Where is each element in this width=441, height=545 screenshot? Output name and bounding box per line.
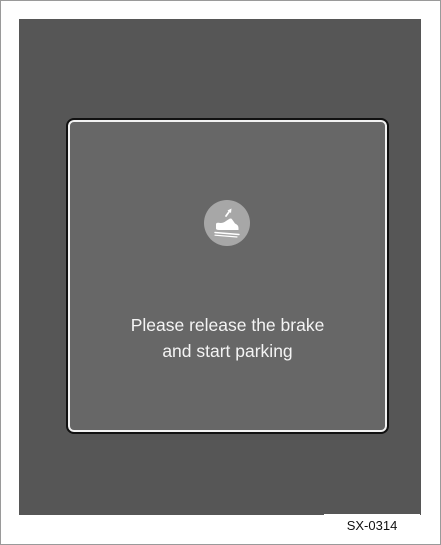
brake-release-foot-icon	[204, 200, 250, 246]
figure-code-label: SX-0314	[324, 514, 420, 537]
figure-frame: Please release the brake and start parki…	[0, 0, 441, 545]
dialog-message: Please release the brake and start parki…	[68, 312, 387, 364]
park-assist-dialog: Please release the brake and start parki…	[66, 118, 389, 434]
message-line-2: and start parking	[162, 341, 293, 361]
message-line-1: Please release the brake	[130, 315, 325, 335]
display-screen: Please release the brake and start parki…	[19, 19, 421, 515]
